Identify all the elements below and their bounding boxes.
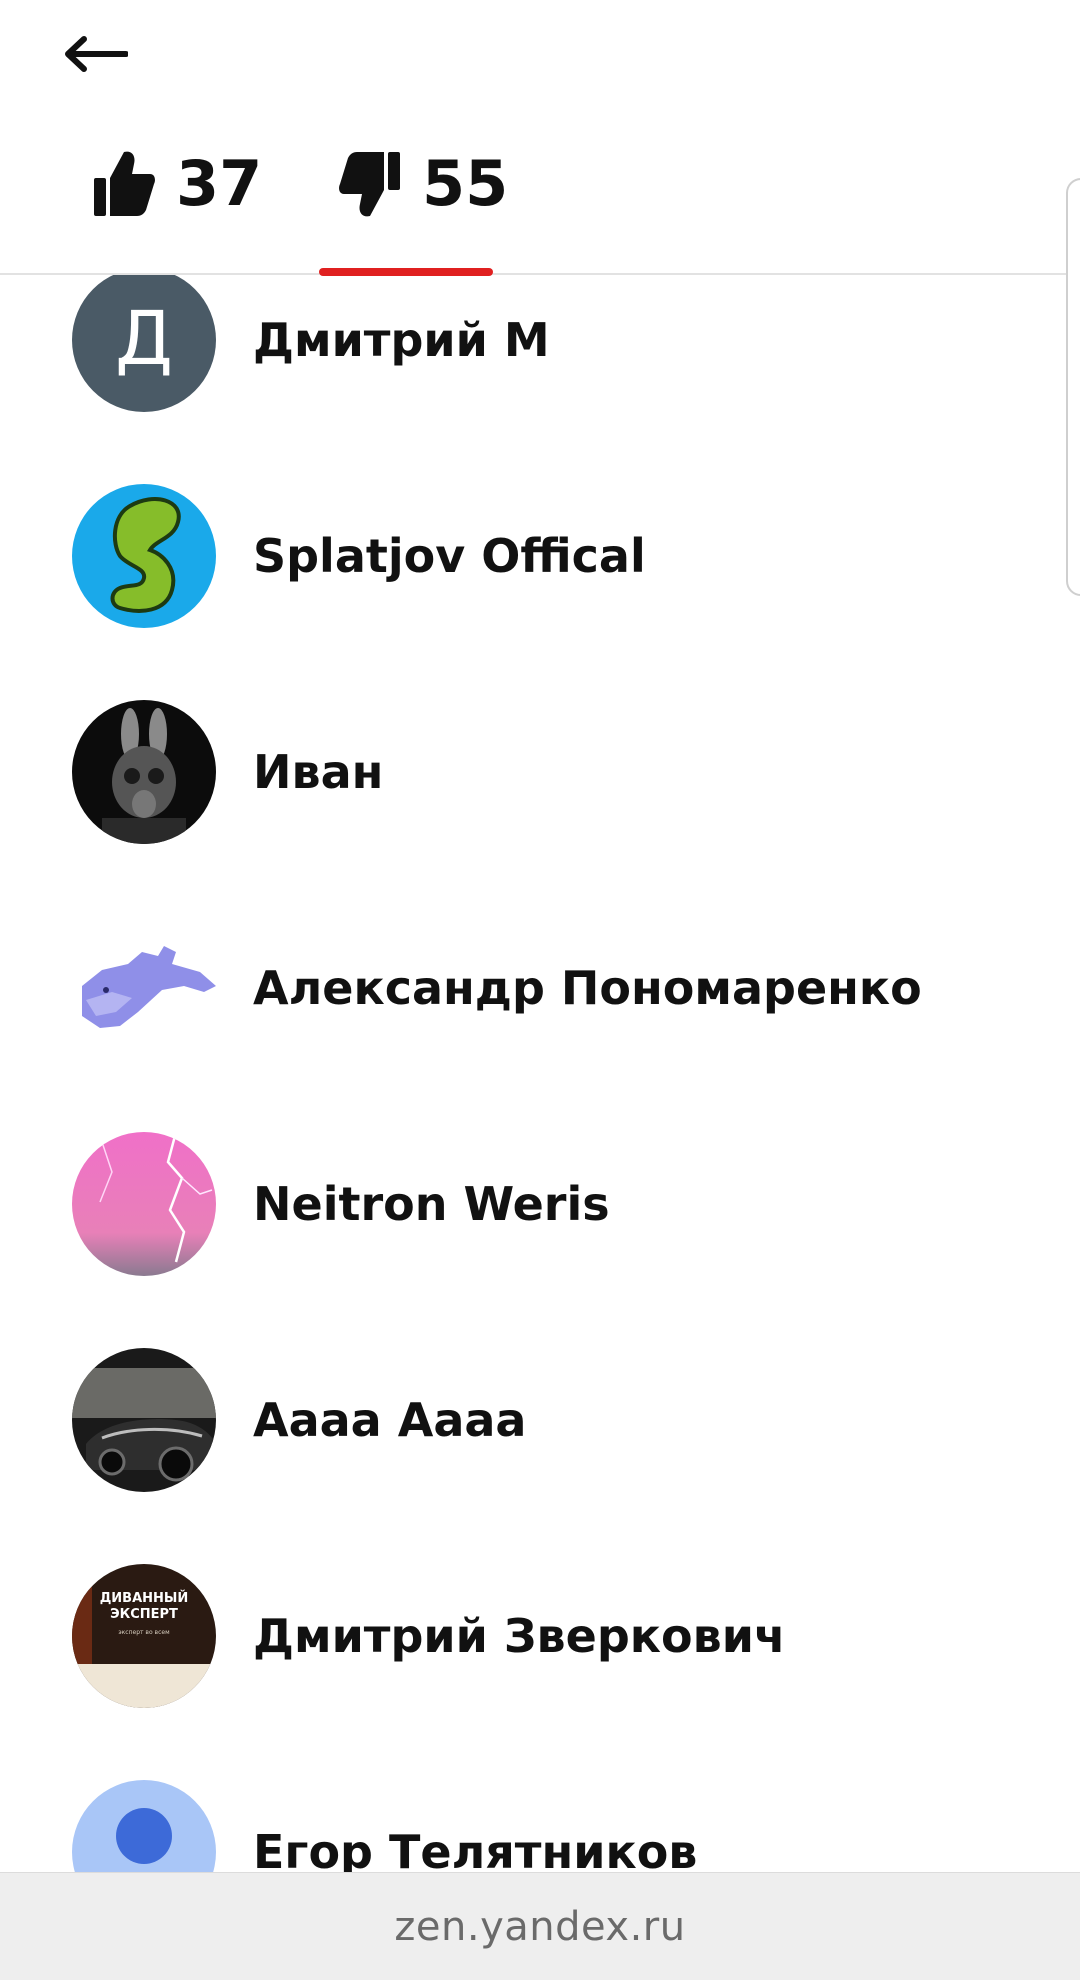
avatar (72, 916, 216, 1060)
user-name: Дмитрий М (253, 313, 550, 367)
svg-text:ДИВАННЫЙ: ДИВАННЫЙ (100, 1590, 189, 1606)
user-name: Иван (253, 745, 384, 799)
user-list[interactable]: Д Дмитрий М Splatjov Offical Иван Алекса… (0, 0, 1080, 1872)
svg-text:ЭКСПЕРТ: ЭКСПЕРТ (110, 1607, 178, 1622)
tab-likes[interactable]: 37 (92, 148, 262, 274)
tab-dislikes[interactable]: 55 (338, 148, 508, 274)
list-item[interactable]: Иван (0, 664, 1080, 880)
avatar: Д (72, 268, 216, 412)
user-name: Егор Телятников (253, 1825, 698, 1872)
arrow-left-icon (65, 36, 128, 72)
user-name: Дмитрий Зверкович (253, 1609, 786, 1663)
user-name: Neitron Weris (253, 1177, 610, 1231)
user-name: Александр Пономаренко (253, 961, 922, 1015)
dislikes-count: 55 (422, 147, 509, 220)
user-name: Аааа Аааа (253, 1393, 527, 1447)
avatar: ДИВАННЫЙ ЭКСПЕРТ эксперт во всем (72, 1564, 216, 1708)
selected-tab-indicator (319, 268, 493, 276)
list-item[interactable]: Александр Пономаренко (0, 880, 1080, 1096)
avatar (72, 700, 216, 844)
avatar (72, 1132, 216, 1276)
svg-text:эксперт во всем: эксперт во всем (118, 1629, 169, 1636)
back-button[interactable] (62, 24, 142, 84)
list-item[interactable]: Егор Телятников (0, 1744, 1080, 1872)
avatar (72, 484, 216, 628)
svg-text:Д: Д (115, 296, 173, 382)
header: 37 55 (0, 0, 1080, 274)
side-panel-handle[interactable] (1066, 178, 1080, 596)
header-divider (0, 273, 1080, 275)
user-name: Splatjov Offical (253, 529, 646, 583)
list-item[interactable]: Splatjov Offical (0, 448, 1080, 664)
list-item[interactable]: Neitron Weris (0, 1096, 1080, 1312)
browser-address-bar[interactable]: zen.yandex.ru (0, 1872, 1080, 1980)
avatar (72, 1348, 216, 1492)
reaction-tabs: 37 55 (0, 120, 1080, 274)
list-item[interactable]: ДИВАННЫЙ ЭКСПЕРТ эксперт во всем Дмитрий… (0, 1528, 1080, 1744)
avatar (72, 1780, 216, 1872)
list-item[interactable]: Аааа Аааа (0, 1312, 1080, 1528)
url-text: zen.yandex.ru (394, 1903, 686, 1950)
thumbs-up-icon (94, 151, 155, 216)
thumbs-down-icon (339, 152, 400, 217)
likes-count: 37 (176, 147, 263, 220)
